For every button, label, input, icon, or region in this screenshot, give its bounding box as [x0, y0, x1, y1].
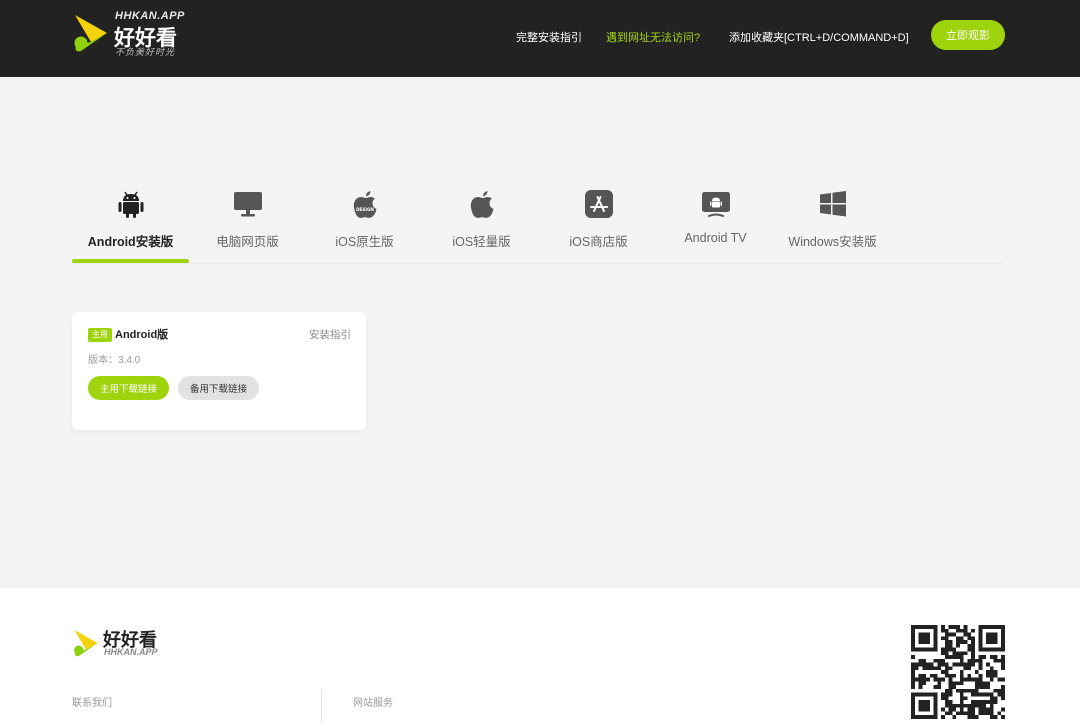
svg-text:DESIGN: DESIGN — [356, 207, 374, 212]
windows-icon — [819, 191, 846, 217]
android-download-card: 主用 Android版 安装指引 版本：3.4.0 主用下载链接 备用下载链接 — [72, 312, 366, 430]
tab-label: Android安装版 — [87, 235, 174, 249]
logo-slogan: 不负美好时光 — [115, 47, 176, 57]
tab-ios-native[interactable]: DESIGN iOS原生版 — [306, 180, 423, 264]
contact-us-heading: 联系我们 — [72, 698, 112, 709]
card-title: Android版 — [115, 329, 169, 341]
tab-label: 电脑网页版 — [216, 235, 279, 249]
tab-label: iOS轻量版 — [452, 235, 511, 249]
tab-windows-install[interactable]: Windows安装版 — [774, 180, 891, 264]
tab-ios-store[interactable]: iOS商店版 — [540, 180, 657, 264]
site-logo[interactable]: HHKAN.APP 好好看 不负美好时光 — [73, 10, 193, 57]
apple-icon — [470, 191, 493, 218]
footer-logo-english: HHKAN.APP — [104, 647, 158, 657]
tab-label: Android TV — [684, 231, 747, 245]
platform-tabs: Android安装版 电脑网页版 DESIGN iOS原生版 iOS轻量版 iO… — [72, 180, 1002, 266]
logo-play-icon — [74, 630, 98, 657]
monitor-icon — [233, 192, 262, 217]
nav-access-issue-link[interactable]: 遇到网址无法访问? — [606, 29, 700, 45]
site-header: HHKAN.APP 好好看 不负美好时光 完整安装指引 遇到网址无法访问? 添加… — [0, 0, 1080, 77]
nav-install-guide-link[interactable]: 完整安装指引 — [516, 29, 582, 45]
tab-android-tv[interactable]: Android TV — [657, 180, 774, 264]
site-footer: 好好看 HHKAN.APP 联系我们 网站服务 — [0, 588, 1080, 722]
footer-logo[interactable]: 好好看 HHKAN.APP — [73, 626, 173, 660]
site-service-heading: 网站服务 — [353, 698, 393, 709]
tab-label: iOS商店版 — [569, 235, 628, 249]
tab-label: Windows安装版 — [788, 235, 877, 249]
watch-now-button[interactable]: 立即观影 — [931, 20, 1005, 50]
apple-design-icon: DESIGN — [353, 191, 376, 218]
android-icon — [118, 191, 143, 218]
install-guide-link[interactable]: 安装指引 — [309, 328, 351, 342]
version-text: 版本：3.4.0 — [88, 355, 141, 366]
tab-pc-web[interactable]: 电脑网页版 — [189, 180, 306, 264]
footer-divider — [321, 689, 322, 722]
primary-download-button[interactable]: 主用下载链接 — [88, 376, 169, 400]
backup-download-button[interactable]: 备用下载链接 — [178, 376, 259, 400]
tab-android-install[interactable]: Android安装版 — [72, 180, 189, 264]
tab-ios-lite[interactable]: iOS轻量版 — [423, 180, 540, 264]
logo-english-text: HHKAN.APP — [115, 10, 185, 22]
nav-bookmark-link[interactable]: 添加收藏夹[CTRL+D/COMMAND+D] — [729, 29, 909, 45]
logo-play-icon — [74, 15, 107, 52]
app-store-icon — [584, 190, 613, 218]
qr-code-icon — [911, 625, 1005, 719]
primary-badge: 主用 — [88, 328, 112, 342]
tab-label: iOS原生版 — [335, 235, 394, 249]
android-tv-icon — [701, 192, 730, 217]
